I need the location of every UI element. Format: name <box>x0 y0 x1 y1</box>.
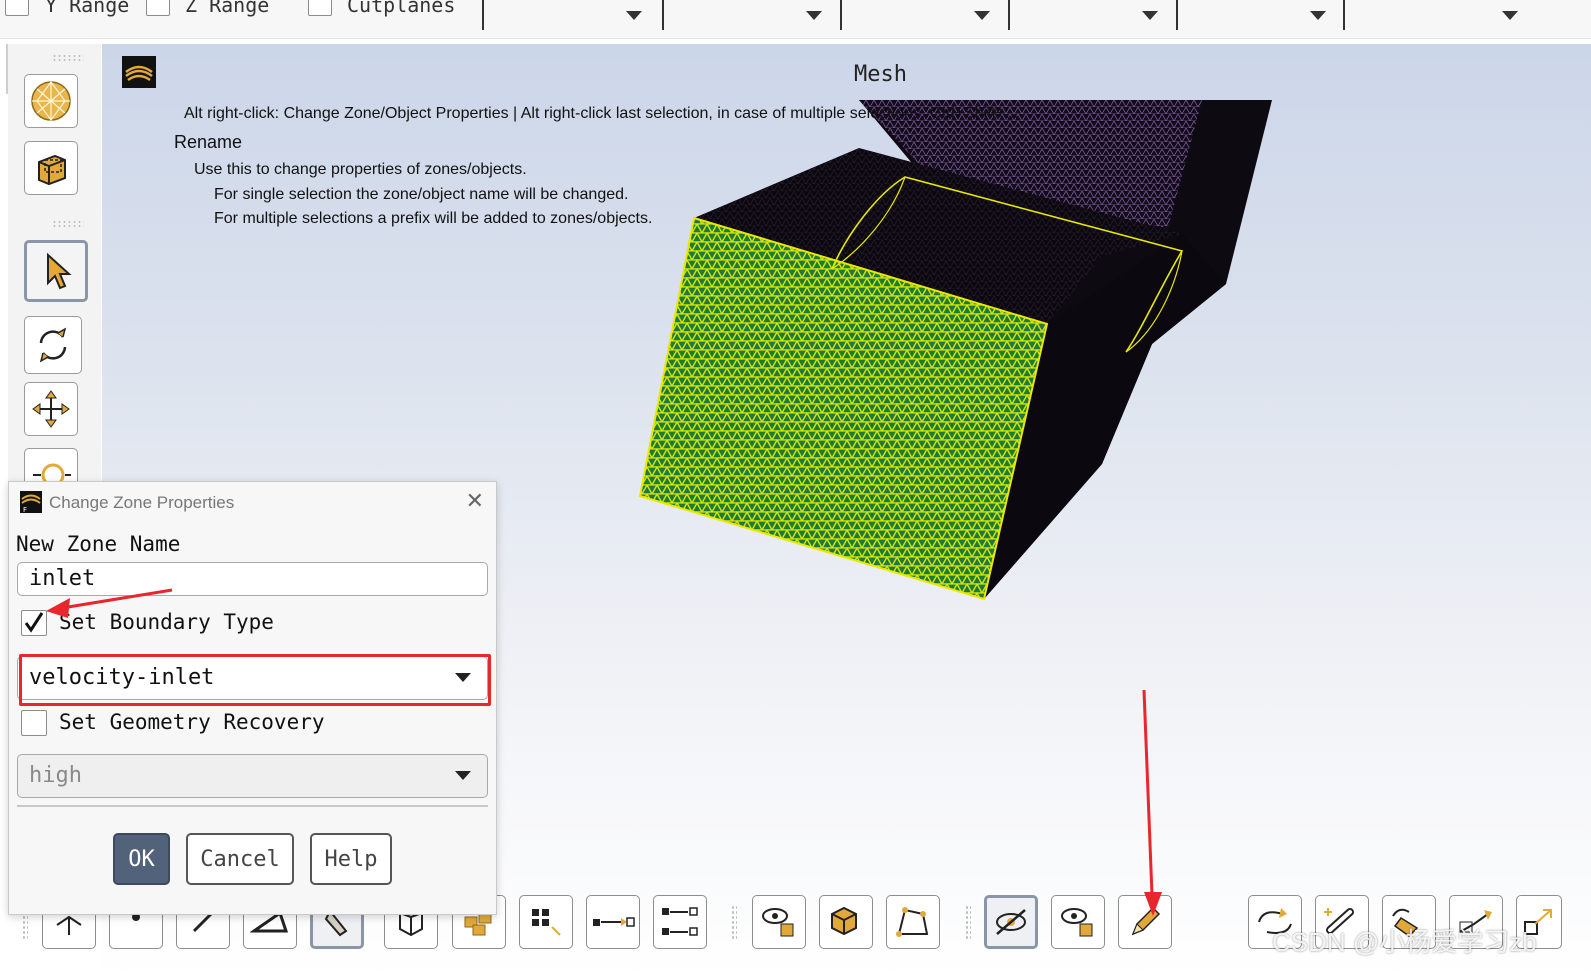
hint-description: Use this to change properties of zones/o… <box>194 161 527 178</box>
set-geometry-recovery-label: Set Geometry Recovery <box>59 710 325 734</box>
chevron-down-icon <box>455 771 471 780</box>
chevron-down-icon <box>1142 11 1158 20</box>
change-zone-properties-dialog: F Change Zone Properties ✕ New Zone Name… <box>8 481 497 915</box>
geometry-recovery-select: high <box>17 754 488 798</box>
eye-icon <box>762 908 794 937</box>
geometry-recovery-value: high <box>29 763 82 788</box>
toolbar-grip <box>731 905 737 939</box>
dialog-title: Change Zone Properties <box>49 493 235 512</box>
chevron-down-icon <box>626 11 642 20</box>
left-toolbar <box>8 44 101 494</box>
chevron-down-icon <box>1502 11 1518 20</box>
show-selected-button[interactable] <box>1051 895 1105 949</box>
cutplanes-label: Cutplanes <box>347 0 456 17</box>
hint-heading: Rename <box>174 132 243 152</box>
pointer-arrow-icon <box>47 252 72 290</box>
cutplane-dropdown-6[interactable] <box>1343 0 1530 30</box>
eye-select-icon <box>1061 908 1093 937</box>
set-boundary-type-label: Set Boundary Type <box>59 610 274 634</box>
select-faces-button[interactable] <box>519 895 573 949</box>
y-range-checkbox[interactable] <box>5 0 29 16</box>
pencil-icon <box>1131 906 1161 936</box>
ok-button[interactable]: OK <box>113 833 170 885</box>
pan-view-button[interactable] <box>24 382 78 436</box>
annotation-highlight-box <box>19 654 491 706</box>
z-range-label: Z Range <box>185 0 270 17</box>
show-zone-button[interactable] <box>752 895 806 949</box>
show-cells-button[interactable] <box>819 895 873 949</box>
z-range-checkbox[interactable] <box>146 0 170 16</box>
cube-cells-icon <box>831 906 857 936</box>
new-zone-name-input[interactable]: inlet <box>17 562 488 596</box>
cutplane-dropdown-5[interactable] <box>1176 0 1338 30</box>
toolbar-grip <box>965 905 971 939</box>
chevron-down-icon <box>974 11 990 20</box>
split-arrow-icon <box>662 907 698 936</box>
set-boundary-type-checkbox[interactable] <box>21 610 47 636</box>
hint-single-selection: For single selection the zone/object nam… <box>214 186 629 203</box>
dialog-titlebar[interactable]: F Change Zone Properties ✕ <box>9 482 496 522</box>
globe-mesh-icon <box>31 80 71 122</box>
toolbar-grip <box>52 54 84 62</box>
fit-sphere-button[interactable] <box>24 74 78 128</box>
chevron-down-icon <box>1310 11 1326 20</box>
help-button[interactable]: Help <box>310 833 392 885</box>
rotate-icon <box>39 327 67 363</box>
dialog-divider <box>17 805 488 807</box>
nodes-polygon-icon <box>896 907 929 937</box>
range-toolbar: Y Range Z Range Cutplanes <box>0 0 1591 39</box>
chevron-down-icon <box>806 11 822 20</box>
new-zone-name-label: New Zone Name <box>16 532 181 556</box>
y-range-label: Y Range <box>45 0 130 17</box>
face-select-icon <box>532 909 561 936</box>
cutplane-dropdown-3[interactable] <box>840 0 1002 30</box>
isometric-view-button[interactable] <box>24 141 78 195</box>
move-arrows-icon <box>32 390 70 428</box>
checkmark-icon <box>24 612 44 633</box>
panel-divider <box>0 44 8 94</box>
cutplane-dropdown-4[interactable] <box>1008 0 1170 30</box>
cutplanes-checkbox[interactable] <box>308 0 332 16</box>
cancel-button[interactable]: Cancel <box>186 833 294 885</box>
rotate-view-button[interactable] <box>24 316 82 374</box>
watermark: CSDN @小杨爱学习zb <box>1272 927 1537 957</box>
hint-shortcut-line: Alt right-click: Change Zone/Object Prop… <box>184 105 1019 122</box>
hint-multiple-selection: For multiple selections a prefix will be… <box>214 210 653 227</box>
cutplane-dropdown-1[interactable] <box>482 0 654 30</box>
fluent-logo-icon <box>122 56 156 88</box>
close-icon[interactable]: ✕ <box>466 490 484 512</box>
cube-view-icon <box>38 154 66 186</box>
select-pointer-button[interactable] <box>24 240 88 302</box>
svg-text:F: F <box>23 506 27 513</box>
viewport-title: Mesh <box>854 62 907 87</box>
connect-zone-button[interactable] <box>586 895 640 949</box>
toolbar-grip <box>52 220 84 228</box>
fluent-app-icon: F <box>20 491 42 514</box>
rename-zone-button[interactable] <box>1118 895 1172 949</box>
connect-arrow-icon <box>593 917 635 927</box>
hide-zone-button[interactable] <box>984 895 1038 949</box>
eye-hidden-icon <box>996 909 1026 935</box>
split-zone-button[interactable] <box>653 895 707 949</box>
bounds-button[interactable] <box>886 895 940 949</box>
cutplane-dropdown-2[interactable] <box>662 0 834 30</box>
set-geometry-recovery-checkbox[interactable] <box>21 710 47 736</box>
